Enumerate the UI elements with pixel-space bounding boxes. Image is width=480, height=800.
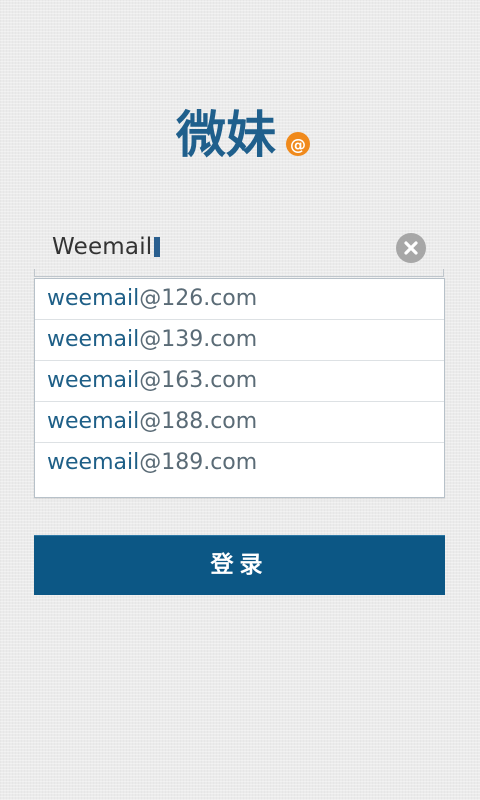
suggestion-local: weemail [47,327,140,352]
email-input[interactable]: Weemail [52,234,161,260]
suggestion-item[interactable]: weemail@163.com [35,361,444,402]
suggestion-domain: @126.com [139,286,258,311]
suggestion-item[interactable]: weemail@189.com [35,443,444,483]
suggestion-item[interactable]: weemail@126.com [35,279,444,320]
clear-circle-icon [404,241,418,255]
suggestion-domain: @139.com [139,327,258,352]
suggestion-item[interactable]: weemail@188.com [35,402,444,443]
email-input-value: Weemail [52,234,153,260]
suggestion-local: weemail [47,286,140,311]
suggestion-domain: @163.com [139,368,258,393]
email-field[interactable]: Weemail [34,218,444,277]
suggestion-domain: @188.com [139,409,258,434]
login-button[interactable]: 登录 [34,535,445,595]
text-caret [154,237,161,257]
suggestion-item[interactable]: weemail@139.com [35,320,444,361]
suggestion-local: weemail [47,409,140,434]
suggestion-local: weemail [47,450,140,475]
logo-text: 微妹 [176,106,276,164]
app-logo: 微妹 @ [176,98,316,164]
logo-mark-text: @ [290,135,306,154]
suggestion-domain: @189.com [139,450,258,475]
clear-button[interactable] [396,233,426,263]
suggestion-local: weemail [47,368,140,393]
email-suggestion-list: weemail@126.com weemail@139.com weemail@… [34,278,445,498]
